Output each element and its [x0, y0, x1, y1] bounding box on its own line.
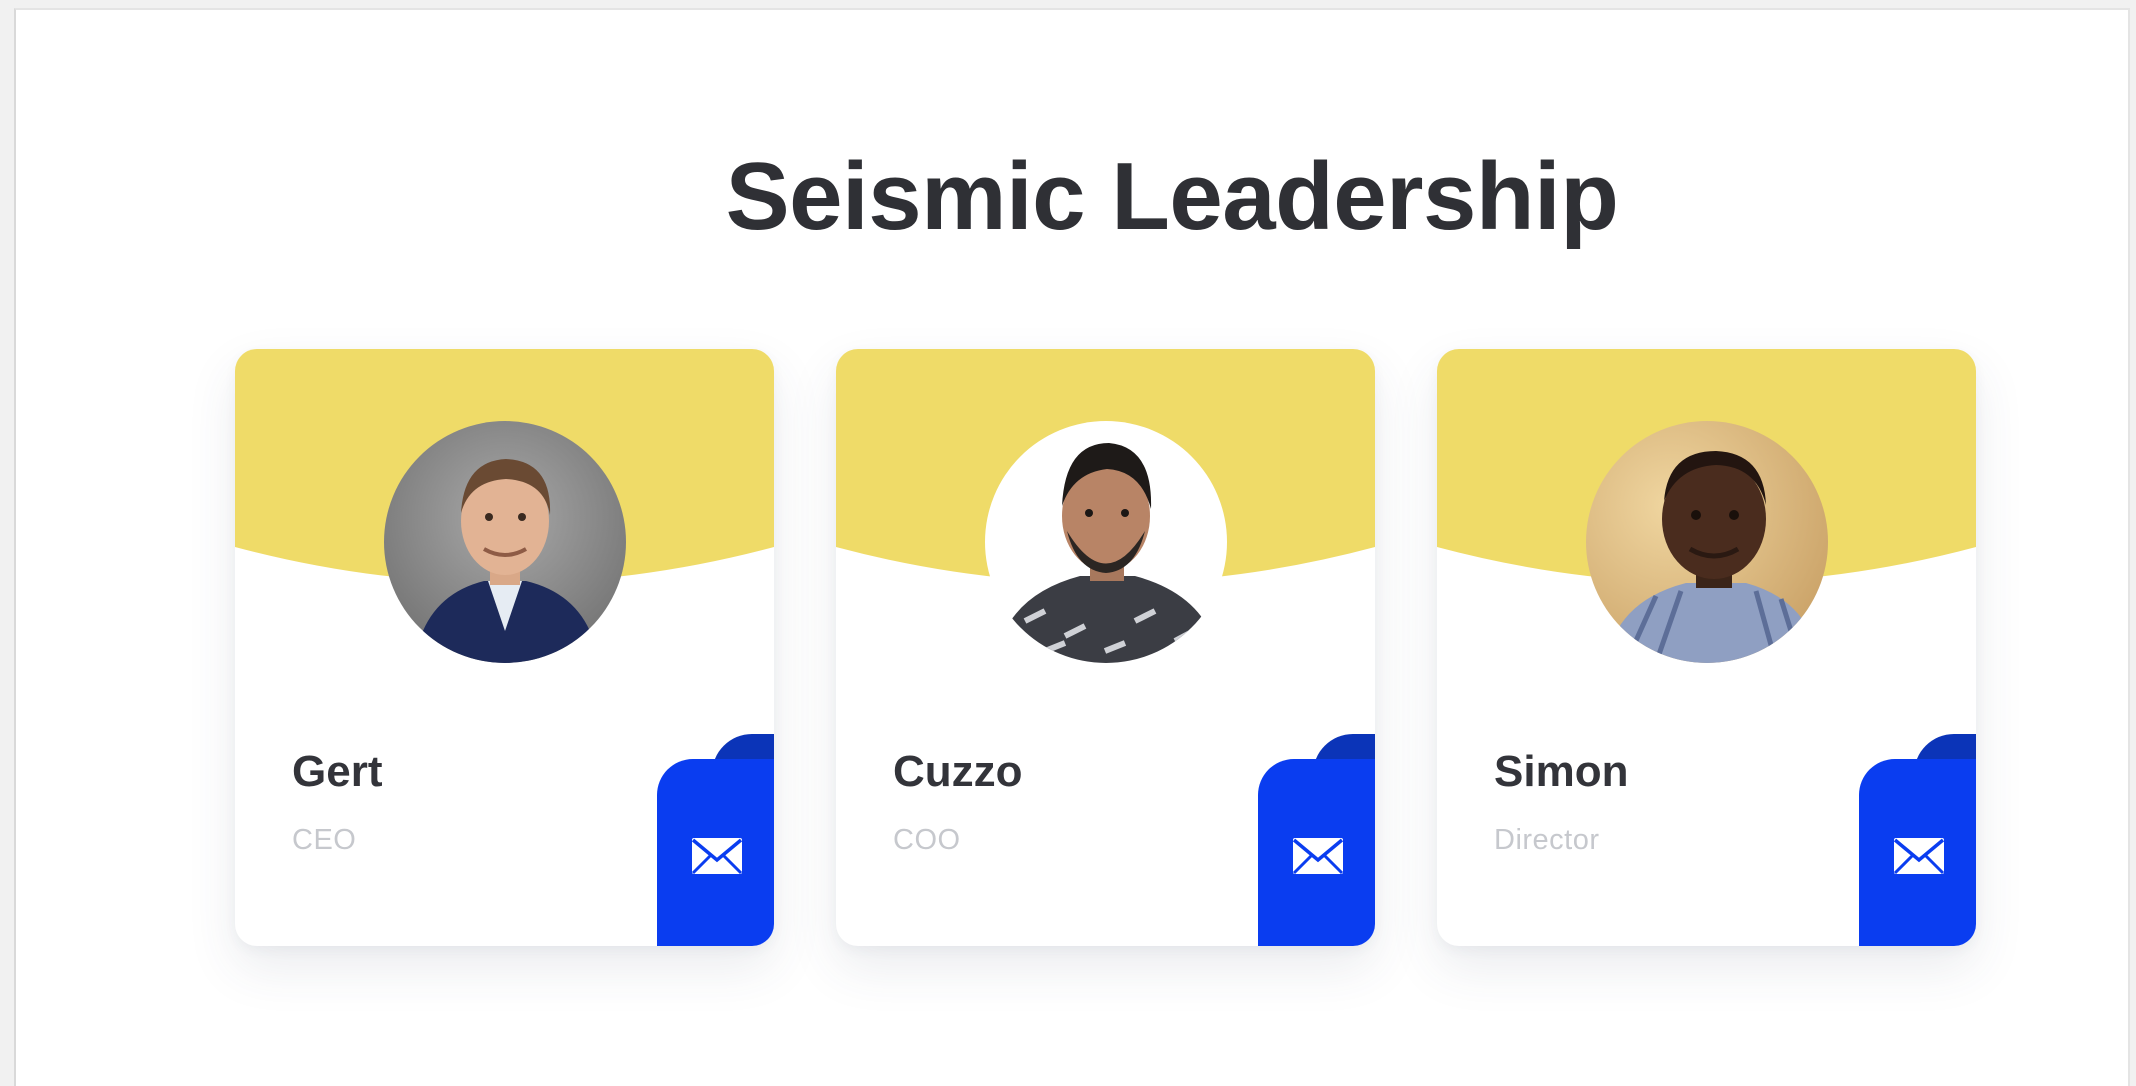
member-role: Director [1494, 824, 1600, 856]
member-name: Gert [292, 747, 383, 796]
page: Seismic Leadership Gert CEO Cuzzo COO Si… [14, 8, 2130, 1086]
email-button-body [1859, 759, 1976, 946]
team-card-simon: Simon Director [1437, 349, 1976, 946]
email-button[interactable] [657, 734, 774, 946]
avatar [384, 421, 626, 663]
email-button-body [657, 759, 774, 946]
member-role: CEO [292, 824, 357, 856]
member-role: COO [893, 824, 961, 856]
page-title: Seismic Leadership [725, 143, 1619, 250]
team-card-cuzzo: Cuzzo COO [836, 349, 1375, 946]
member-name: Cuzzo [893, 747, 1023, 796]
envelope-icon [1292, 838, 1344, 875]
email-button[interactable] [1258, 734, 1375, 946]
envelope-icon [1893, 838, 1945, 875]
email-button-body [1258, 759, 1375, 946]
team-card-gert: Gert CEO [235, 349, 774, 946]
member-name: Simon [1494, 747, 1629, 796]
envelope-icon [691, 838, 743, 875]
avatar [1586, 421, 1828, 663]
email-button[interactable] [1859, 734, 1976, 946]
avatar [985, 421, 1227, 663]
